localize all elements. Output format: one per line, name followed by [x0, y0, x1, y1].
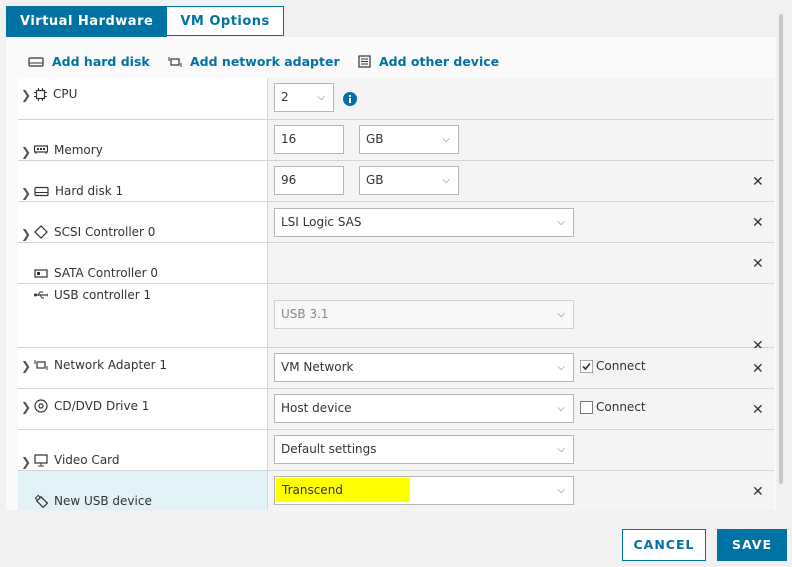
scsi-type-select[interactable]: LSI Logic SAS ⌵ [274, 208, 574, 237]
add-network-adapter-button[interactable]: Add network adapter [168, 54, 340, 69]
cd-dvd-connect-label: Connect [596, 400, 646, 414]
chevron-right-icon[interactable]: ❯ [21, 455, 31, 469]
checkbox-unchecked-icon[interactable] [580, 400, 593, 414]
row-hard-disk: ❯ Hard disk 1 96 GB ⌵ ✕ [18, 161, 774, 202]
remove-cd-dvd-icon[interactable]: ✕ [752, 402, 764, 418]
cancel-button[interactable]: CANCEL [622, 529, 706, 561]
cd-dvd-select[interactable]: Host device ⌵ [274, 394, 574, 423]
chevron-down-icon: ⌵ [442, 175, 450, 186]
add-other-device-button[interactable]: Add other device [358, 54, 499, 69]
highlighted-value: Transcend [276, 478, 410, 502]
video-card-select[interactable]: Default settings ⌵ [274, 435, 574, 464]
row-video-card: ❯ Video Card Default settings ⌵ [18, 430, 774, 471]
cd-dvd-icon [34, 399, 48, 413]
row-new-usb-device: New USB device Transcend ⌵ ✕ [18, 471, 774, 510]
network-adapter-icon [168, 56, 182, 67]
cpu-value: 2 [281, 90, 289, 104]
cpu-icon [34, 87, 47, 101]
tab-vm-options[interactable]: VM Options [167, 6, 284, 36]
row-cd-dvd-drive: ❯ CD/DVD Drive 1 Host device ⌵ Connect ✕ [18, 389, 774, 430]
chevron-down-icon: ⌵ [557, 362, 565, 373]
hard-disk-unit: GB [366, 173, 384, 187]
new-usb-device-select[interactable]: Transcend ⌵ [274, 476, 574, 505]
hard-disk-icon [34, 186, 49, 196]
cpu-select[interactable]: 2 ⌵ [274, 83, 334, 112]
cd-dvd-connect-checkbox[interactable]: Connect [580, 400, 646, 414]
sata-label: SATA Controller 0 [54, 266, 159, 280]
sata-controller-icon [34, 268, 48, 278]
new-usb-device-value: Transcend [282, 483, 343, 497]
usb-version-select: USB 3.1 ⌵ [274, 300, 574, 329]
save-button[interactable]: SAVE [717, 529, 787, 561]
network-adapter-icon [34, 360, 48, 370]
row-network-adapter: ❯ Network Adapter 1 VM Network ⌵ Connect … [18, 348, 774, 389]
tab-bar: Virtual Hardware VM Options [6, 6, 284, 38]
scrollbar[interactable] [779, 14, 783, 484]
chevron-right-icon[interactable]: ❯ [21, 227, 31, 241]
memory-icon [34, 145, 48, 154]
chevron-right-icon[interactable]: ❯ [21, 400, 31, 414]
network-value: VM Network [281, 360, 354, 374]
add-other-device-label: Add other device [379, 54, 500, 69]
new-usb-device-label: New USB device [54, 494, 152, 508]
cpu-label: CPU [53, 87, 78, 101]
chevron-down-icon: ⌵ [557, 485, 565, 496]
remove-network-adapter-icon[interactable]: ✕ [752, 361, 764, 377]
row-usb-controller: USB controller 1 USB 3.1 ⌵ ✕ [18, 284, 774, 354]
cd-dvd-label: CD/DVD Drive 1 [54, 399, 150, 413]
remove-scsi-icon[interactable]: ✕ [752, 215, 764, 231]
row-sata-controller: SATA Controller 0 ✕ [18, 243, 774, 284]
chevron-right-icon[interactable]: ❯ [21, 186, 31, 200]
scsi-value: LSI Logic SAS [281, 215, 362, 229]
memory-unit-select[interactable]: GB ⌵ [359, 125, 459, 154]
remove-new-usb-device-icon[interactable]: ✕ [752, 484, 764, 500]
chevron-down-icon: ⌵ [442, 134, 450, 145]
usb-device-icon [34, 494, 48, 508]
add-hard-disk-button[interactable]: Add hard disk [28, 54, 150, 69]
checkbox-checked-icon[interactable] [580, 359, 593, 373]
remove-hard-disk-icon[interactable]: ✕ [752, 174, 764, 190]
memory-value: 16 [281, 132, 297, 146]
hard-disk-value: 96 [281, 173, 297, 187]
monitor-icon [34, 453, 48, 466]
memory-unit: GB [366, 132, 384, 146]
hard-disk-input[interactable]: 96 [274, 166, 344, 195]
chevron-down-icon: ⌵ [557, 309, 565, 320]
usb-version-value: USB 3.1 [281, 307, 329, 321]
video-card-label: Video Card [54, 453, 120, 467]
chevron-down-icon: ⌵ [557, 217, 565, 228]
video-card-value: Default settings [281, 442, 377, 456]
info-icon[interactable] [343, 92, 357, 106]
chevron-right-icon[interactable]: ❯ [21, 145, 31, 159]
chevron-down-icon: ⌵ [557, 444, 565, 455]
row-scsi-controller: ❯ SCSI Controller 0 LSI Logic SAS ⌵ ✕ [18, 202, 774, 243]
usb-icon [34, 291, 48, 299]
tab-virtual-hardware[interactable]: Virtual Hardware [6, 6, 168, 37]
hard-disk-unit-select[interactable]: GB ⌵ [359, 166, 459, 195]
chevron-down-icon: ⌵ [317, 92, 325, 103]
other-device-icon [358, 55, 371, 68]
network-select[interactable]: VM Network ⌵ [274, 353, 574, 382]
add-network-adapter-label: Add network adapter [190, 54, 340, 69]
scsi-controller-icon [34, 225, 48, 239]
add-hard-disk-label: Add hard disk [52, 54, 150, 69]
scsi-label: SCSI Controller 0 [54, 225, 156, 239]
add-device-bar: Add hard disk Add network adapter Add ot… [18, 48, 773, 78]
row-cpu: ❯ CPU 2 ⌵ [18, 78, 774, 120]
usb-controller-label: USB controller 1 [54, 288, 152, 302]
memory-input[interactable]: 16 [274, 125, 344, 154]
chevron-down-icon: ⌵ [557, 403, 565, 414]
network-adapter-label: Network Adapter 1 [54, 358, 167, 372]
hard-disk-label: Hard disk 1 [55, 184, 124, 198]
hard-disk-icon [28, 56, 44, 67]
network-connect-label: Connect [596, 359, 646, 373]
chevron-right-icon[interactable]: ❯ [21, 359, 31, 373]
cd-dvd-value: Host device [281, 401, 352, 415]
network-connect-checkbox[interactable]: Connect [580, 359, 646, 373]
remove-sata-icon[interactable]: ✕ [752, 256, 764, 272]
memory-label: Memory [54, 143, 103, 157]
chevron-right-icon[interactable]: ❯ [21, 88, 31, 102]
row-memory: ❯ Memory 16 GB ⌵ [18, 120, 774, 161]
